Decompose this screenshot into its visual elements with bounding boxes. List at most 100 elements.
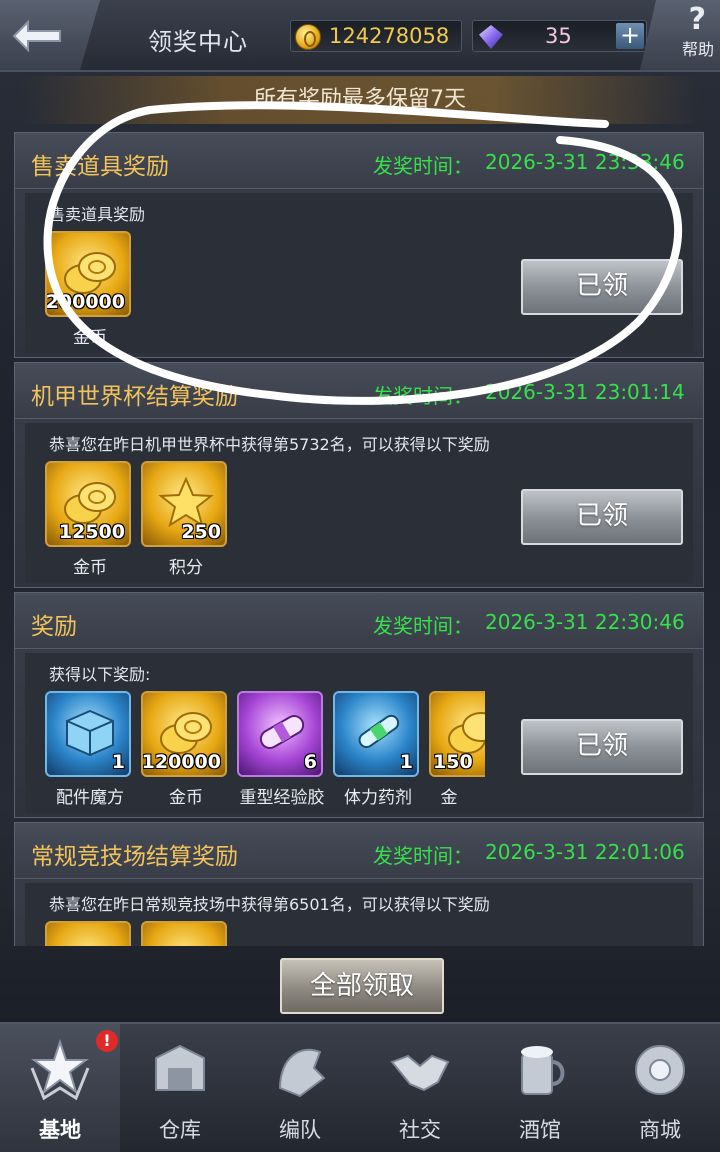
item-quantity: 6	[303, 751, 317, 773]
card-description: 获得以下奖励:	[49, 665, 151, 684]
cube-icon: 1	[45, 691, 131, 777]
reward-item[interactable]: 12500 金币	[45, 461, 133, 578]
reward-items[interactable]: 1 配件魔方 120000 金币 6 重型经验胶 1 体力药剂 150 金	[45, 691, 485, 809]
item-name: 配件魔方	[56, 788, 124, 808]
nav-label: 商城	[639, 1118, 681, 1142]
nav-item-tavern[interactable]: 酒馆	[480, 1024, 600, 1152]
star-icon	[141, 921, 227, 946]
reward-items: 12500 金币 250 积分	[45, 461, 475, 579]
item-name: 重型经验胶	[239, 788, 325, 808]
award-time: 2026-3-31 22:01:06	[485, 840, 685, 864]
reward-items	[45, 921, 475, 946]
diamond-icon	[479, 25, 503, 49]
retention-notice: 所有奖励最多保留7天	[20, 76, 700, 124]
item-name: 金	[440, 788, 458, 808]
warehouse-icon	[155, 1044, 205, 1091]
gold-coins-icon: 200000	[45, 231, 131, 317]
page-title: 领奖中心	[148, 28, 248, 56]
reward-item[interactable]	[141, 921, 229, 946]
card-body: 恭喜您在昨日常规竞技场中获得第6501名，可以获得以下奖励	[25, 883, 693, 946]
card-title: 奖励	[31, 614, 77, 640]
back-button[interactable]	[0, 0, 100, 70]
item-quantity: 200000	[45, 291, 125, 313]
card-header: 常规竞技场结算奖励 发奖时间： 2026-3-31 22:01:06	[15, 823, 703, 879]
gold-coins-icon: 150	[429, 691, 485, 777]
card-body: 售卖道具奖励 200000 金币 已领	[25, 193, 693, 353]
award-time: 2026-3-31 23:33:46	[485, 150, 685, 174]
claimed-button[interactable]: 已领	[521, 489, 683, 545]
card-body: 恭喜您在昨日机甲世界杯中获得第5732名，可以获得以下奖励 12500 金币 2…	[25, 423, 693, 583]
award-time: 2026-3-31 23:01:14	[485, 380, 685, 404]
card-header: 售卖道具奖励 发奖时间： 2026-3-31 23:33:46	[15, 133, 703, 189]
reward-card: 机甲世界杯结算奖励 发奖时间： 2026-3-31 23:01:14 恭喜您在昨…	[14, 362, 704, 588]
card-description: 恭喜您在昨日常规竞技场中获得第6501名，可以获得以下奖励	[49, 895, 490, 914]
help-label: 帮助	[681, 40, 714, 59]
card-body: 获得以下奖励: 1 配件魔方 120000 金币 6 重型经验胶 1 体力药剂 …	[25, 653, 693, 813]
time-label: 发奖时间：	[373, 844, 473, 868]
base-icon	[30, 1038, 90, 1101]
reward-item[interactable]: 150 金	[429, 691, 485, 808]
shop-icon	[635, 1045, 685, 1095]
claimed-button[interactable]: 已领	[521, 719, 683, 775]
item-quantity: 250	[181, 521, 221, 543]
reward-item[interactable]: 250 积分	[141, 461, 229, 578]
add-gems-button[interactable]: +	[616, 23, 644, 49]
star-icon: 250	[141, 461, 227, 547]
reward-item[interactable]: 120000 金币	[141, 691, 229, 808]
nav-item-social[interactable]: 社交	[360, 1024, 480, 1152]
card-title: 常规竞技场结算奖励	[31, 844, 238, 870]
back-arrow-icon	[12, 19, 61, 53]
gem-amount: 35	[545, 24, 572, 48]
nav-item-formation[interactable]: 编队	[240, 1024, 360, 1152]
formation-icon	[278, 1048, 326, 1098]
award-time: 2026-3-31 22:30:46	[485, 610, 685, 634]
reward-card: 奖励 发奖时间： 2026-3-31 22:30:46 获得以下奖励: 1 配件…	[14, 592, 704, 818]
item-name: 体力药剂	[344, 788, 412, 808]
item-name: 金币	[169, 788, 203, 808]
claimed-button[interactable]: 已领	[521, 259, 683, 315]
gem-balance: 35 +	[472, 20, 647, 52]
card-description: 售卖道具奖励	[49, 205, 146, 224]
reward-items: 200000 金币	[45, 231, 475, 349]
question-mark-icon: ?	[688, 2, 706, 37]
nav-item-shop[interactable]: 商城	[600, 1024, 720, 1152]
reward-card: 售卖道具奖励 发奖时间： 2026-3-31 23:33:46 售卖道具奖励 2…	[14, 132, 704, 358]
coin-amount: 124278058	[329, 24, 450, 48]
reward-card: 常规竞技场结算奖励 发奖时间： 2026-3-31 22:01:06 恭喜您在昨…	[14, 822, 704, 946]
card-title: 售卖道具奖励	[31, 154, 169, 180]
coin-balance: 124278058	[290, 20, 462, 52]
nav-label: 基地	[39, 1118, 81, 1142]
reward-item[interactable]: 6 重型经验胶	[237, 691, 325, 808]
time-label: 发奖时间：	[373, 154, 473, 178]
item-quantity: 12500	[58, 521, 125, 543]
item-quantity: 150	[433, 751, 473, 773]
reward-list[interactable]: 售卖道具奖励 发奖时间： 2026-3-31 23:33:46 售卖道具奖励 2…	[14, 130, 706, 946]
bottom-nav: ! 基地 仓库 编队 社交 酒馆 商城	[0, 1022, 720, 1152]
help-button[interactable]: ? 帮助	[640, 0, 720, 70]
card-header: 机甲世界杯结算奖励 发奖时间： 2026-3-31 23:01:14	[15, 363, 703, 419]
gold-coin-icon	[295, 24, 321, 50]
gold-coins-icon	[45, 921, 131, 946]
claim-all-button[interactable]: 全部领取	[280, 958, 444, 1014]
card-header: 奖励 发奖时间： 2026-3-31 22:30:46	[15, 593, 703, 649]
item-name: 金币	[73, 558, 107, 578]
tavern-icon	[521, 1046, 565, 1095]
time-label: 发奖时间：	[373, 384, 473, 408]
item-quantity: 1	[111, 751, 125, 773]
potion-icon: 1	[333, 691, 419, 777]
reward-item[interactable]	[45, 921, 133, 946]
gold-coins-icon: 12500	[45, 461, 131, 547]
nav-label: 仓库	[159, 1118, 201, 1142]
nav-label: 社交	[399, 1118, 441, 1142]
reward-item[interactable]: 1 配件魔方	[45, 691, 133, 808]
item-quantity: 1	[399, 751, 413, 773]
card-description: 恭喜您在昨日机甲世界杯中获得第5732名，可以获得以下奖励	[49, 435, 490, 454]
nav-label: 酒馆	[519, 1118, 561, 1142]
nav-item-warehouse[interactable]: 仓库	[120, 1024, 240, 1152]
reward-item[interactable]: 1 体力药剂	[333, 691, 421, 808]
reward-item[interactable]: 200000 金币	[45, 231, 133, 348]
capsule-icon: 6	[237, 691, 323, 777]
item-name: 积分	[169, 558, 203, 578]
card-title: 机甲世界杯结算奖励	[31, 384, 238, 410]
nav-item-base[interactable]: ! 基地	[0, 1024, 120, 1152]
